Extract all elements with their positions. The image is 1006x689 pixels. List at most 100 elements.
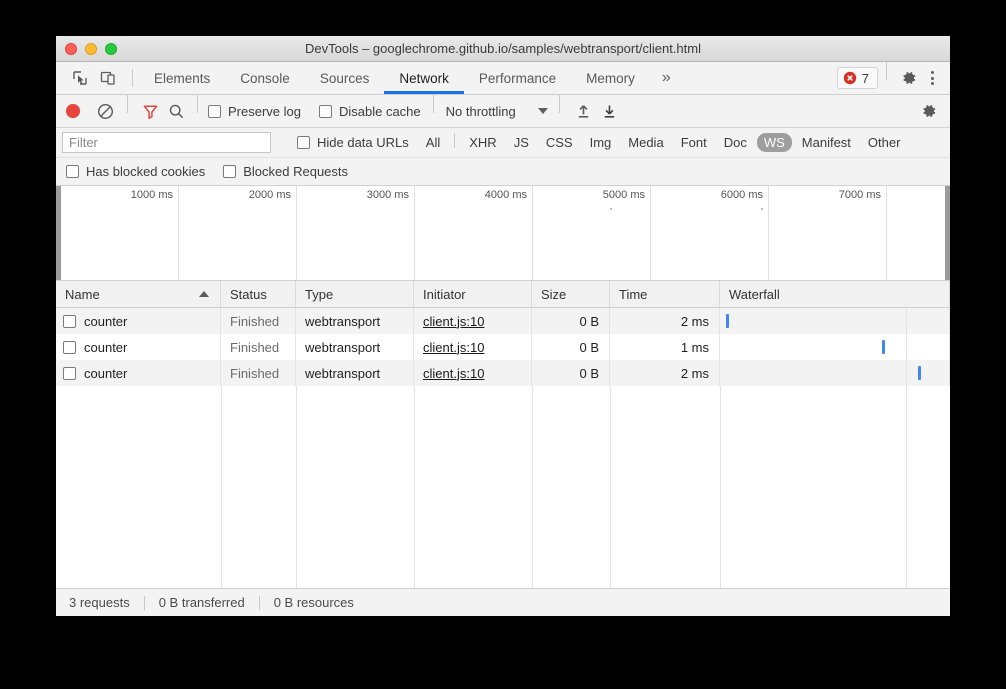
overview-gridline [296, 186, 297, 280]
type-filter-all[interactable]: All [419, 133, 447, 152]
cell-initiator[interactable]: client.js:10 [414, 360, 532, 386]
filter-input[interactable] [62, 132, 271, 153]
blocked-requests-checkbox[interactable]: Blocked Requests [223, 164, 348, 179]
tab-sources[interactable]: Sources [305, 62, 385, 94]
inspect-cursor-icon[interactable] [66, 65, 94, 91]
type-filter-font[interactable]: Font [674, 133, 714, 152]
disable-cache-checkbox-box[interactable] [319, 105, 332, 118]
cell-waterfall [720, 308, 950, 334]
preserve-log-checkbox-box[interactable] [208, 105, 221, 118]
column-guide [532, 386, 533, 588]
cell-name[interactable]: counter [56, 360, 221, 386]
network-filter-row: Hide data URLs All XHR JS CSS Img Media … [56, 128, 950, 158]
cell-initiator[interactable]: client.js:10 [414, 334, 532, 360]
row-select-checkbox[interactable] [63, 315, 76, 328]
device-toggle-icon[interactable] [94, 65, 122, 91]
type-filter-css[interactable]: CSS [539, 133, 580, 152]
hide-data-urls-checkbox-box[interactable] [297, 136, 310, 149]
tab-elements[interactable]: Elements [139, 62, 225, 94]
throttling-value: No throttling [446, 104, 516, 119]
preserve-log-label: Preserve log [228, 104, 301, 119]
disable-cache-label: Disable cache [339, 104, 421, 119]
type-filter-doc[interactable]: Doc [717, 133, 754, 152]
minimize-window-button[interactable] [85, 43, 97, 55]
cell-name[interactable]: counter [56, 308, 221, 334]
table-row[interactable]: counter Finished webtransport client.js:… [56, 334, 950, 360]
kebab-menu-icon[interactable] [923, 67, 942, 89]
record-button[interactable] [66, 104, 80, 118]
column-guide [221, 386, 222, 588]
table-row[interactable]: counter Finished webtransport client.js:… [56, 360, 950, 386]
table-row[interactable]: counter Finished webtransport client.js:… [56, 308, 950, 334]
overview-tick-label: 3000 ms [367, 189, 414, 201]
gear-icon[interactable] [895, 65, 923, 91]
column-header-size[interactable]: Size [532, 281, 610, 307]
error-count-badge[interactable]: 7 [837, 67, 878, 89]
sort-ascending-icon [199, 291, 209, 297]
blocked-requests-label: Blocked Requests [243, 164, 348, 179]
cell-name[interactable]: counter [56, 334, 221, 360]
has-blocked-cookies-label: Has blocked cookies [86, 164, 205, 179]
tab-memory[interactable]: Memory [571, 62, 650, 94]
initiator-link[interactable]: client.js:10 [423, 314, 484, 329]
type-filter-img[interactable]: Img [583, 133, 619, 152]
has-blocked-cookies-checkbox-box[interactable] [66, 165, 79, 178]
export-har-icon[interactable] [597, 99, 623, 123]
row-select-checkbox[interactable] [63, 341, 76, 354]
throttling-select[interactable]: No throttling [446, 104, 548, 119]
clear-icon[interactable] [92, 99, 118, 123]
initiator-link[interactable]: client.js:10 [423, 340, 484, 355]
filter-funnel-icon[interactable] [137, 99, 163, 123]
column-header-initiator[interactable]: Initiator [414, 281, 532, 307]
tab-console[interactable]: Console [225, 62, 305, 94]
hide-data-urls-checkbox[interactable]: Hide data URLs [297, 135, 409, 150]
cell-type: webtransport [296, 308, 414, 334]
column-header-name-label: Name [65, 287, 100, 302]
network-toolbar: Preserve log Disable cache No throttling [56, 95, 950, 128]
window-titlebar: DevTools – googlechrome.github.io/sample… [56, 36, 950, 62]
status-divider [259, 596, 260, 610]
has-blocked-cookies-checkbox[interactable]: Has blocked cookies [66, 164, 205, 179]
type-filter-media[interactable]: Media [621, 133, 670, 152]
type-filter-js[interactable]: JS [507, 133, 536, 152]
column-header-status[interactable]: Status [221, 281, 296, 307]
overview-gridline [414, 186, 415, 280]
type-filter-xhr[interactable]: XHR [462, 133, 503, 152]
disable-cache-checkbox[interactable]: Disable cache [319, 104, 421, 119]
preserve-log-checkbox[interactable]: Preserve log [208, 104, 301, 119]
row-select-checkbox[interactable] [63, 367, 76, 380]
maximize-window-button[interactable] [105, 43, 117, 55]
column-header-name[interactable]: Name [56, 281, 221, 307]
network-settings-gear-icon[interactable] [916, 99, 942, 123]
cell-initiator[interactable]: client.js:10 [414, 308, 532, 334]
error-count-label: 7 [862, 71, 869, 86]
tab-network[interactable]: Network [384, 62, 464, 94]
type-filter-manifest[interactable]: Manifest [795, 133, 858, 152]
overview-tick-label: 2000 ms [249, 189, 296, 201]
status-requests: 3 requests [69, 595, 144, 610]
blocked-requests-checkbox-box[interactable] [223, 165, 236, 178]
search-icon[interactable] [163, 99, 189, 123]
network-overview[interactable]: 1000 ms 2000 ms 3000 ms 4000 ms 5000 ms … [56, 186, 950, 281]
cell-size: 0 B [532, 308, 610, 334]
overview-right-handle[interactable] [945, 186, 950, 280]
more-tabs-button[interactable]: » [650, 62, 683, 94]
waterfall-bar [918, 366, 921, 380]
initiator-link[interactable]: client.js:10 [423, 366, 484, 381]
type-filter-divider [454, 133, 455, 148]
cell-name-label: counter [84, 314, 127, 329]
tab-performance[interactable]: Performance [464, 62, 571, 94]
overview-timeline[interactable]: 1000 ms 2000 ms 3000 ms 4000 ms 5000 ms … [61, 186, 945, 280]
overview-tick-label: 1000 ms [131, 189, 178, 201]
type-filter-ws[interactable]: WS [757, 133, 792, 152]
cell-status: Finished [221, 334, 296, 360]
column-header-time[interactable]: Time [610, 281, 720, 307]
overview-gridline [768, 186, 769, 280]
close-window-button[interactable] [65, 43, 77, 55]
column-header-waterfall[interactable]: Waterfall [720, 281, 950, 307]
type-filter-other[interactable]: Other [861, 133, 908, 152]
cell-size: 0 B [532, 334, 610, 360]
column-header-type[interactable]: Type [296, 281, 414, 307]
import-har-icon[interactable] [571, 99, 597, 123]
network-statusbar: 3 requests 0 B transferred 0 B resources [56, 588, 950, 616]
